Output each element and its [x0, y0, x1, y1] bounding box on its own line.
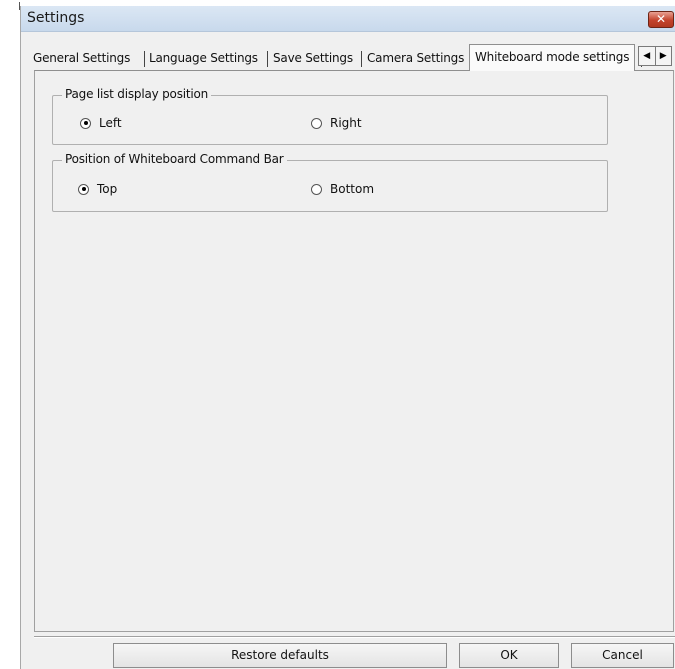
radio-label-left: Left: [99, 116, 122, 130]
button-bar-separator: [34, 636, 675, 638]
radio-page-list-right[interactable]: Right: [311, 116, 362, 130]
radio-unchecked-icon[interactable]: [311, 117, 322, 129]
tab-save-settings[interactable]: Save Settings: [273, 48, 353, 70]
page-list-position-group: Page list display position Left Right: [52, 87, 608, 145]
restore-defaults-button[interactable]: Restore defaults: [113, 643, 447, 668]
tab-separator: [267, 51, 268, 67]
radio-command-bar-bottom[interactable]: Bottom: [311, 182, 374, 196]
whiteboard-settings-panel: Page list display position Left Right Po…: [34, 70, 674, 632]
page-list-position-title: Page list display position: [62, 87, 212, 101]
cancel-button[interactable]: Cancel: [571, 643, 674, 668]
tab-strip: General Settings Language Settings Save …: [33, 44, 675, 71]
command-bar-position-title: Position of Whiteboard Command Bar: [62, 152, 287, 166]
radio-command-bar-top[interactable]: Top: [78, 182, 117, 196]
tab-language-settings[interactable]: Language Settings: [149, 48, 258, 70]
title-bar[interactable]: Settings ✕: [21, 6, 675, 32]
ok-button[interactable]: OK: [459, 643, 559, 668]
scroll-left-icon[interactable]: ◀: [639, 47, 656, 65]
tab-whiteboard-mode-settings[interactable]: Whiteboard mode settings: [469, 44, 636, 71]
radio-checked-icon[interactable]: [80, 117, 91, 129]
radio-label-right: Right: [330, 116, 362, 130]
radio-page-list-left[interactable]: Left: [80, 116, 122, 130]
tab-separator: [361, 51, 362, 67]
scroll-right-icon[interactable]: ▶: [656, 47, 672, 65]
radio-checked-icon[interactable]: [78, 183, 89, 195]
close-icon: ✕: [655, 12, 667, 26]
tab-scroll-arrows: ◀ ▶: [638, 46, 672, 66]
radio-unchecked-icon[interactable]: [311, 183, 322, 195]
tab-camera-settings[interactable]: Camera Settings: [367, 48, 464, 70]
command-bar-position-group: Position of Whiteboard Command Bar Top B…: [52, 152, 608, 212]
radio-label-bottom: Bottom: [330, 182, 375, 196]
tab-general-settings[interactable]: General Settings: [33, 48, 130, 70]
window-title: Settings: [27, 10, 85, 26]
close-button[interactable]: ✕: [648, 11, 674, 28]
tab-separator: [144, 51, 145, 67]
settings-dialog: Settings ✕ General Settings Language Set…: [20, 6, 675, 669]
radio-label-top: Top: [97, 182, 118, 196]
